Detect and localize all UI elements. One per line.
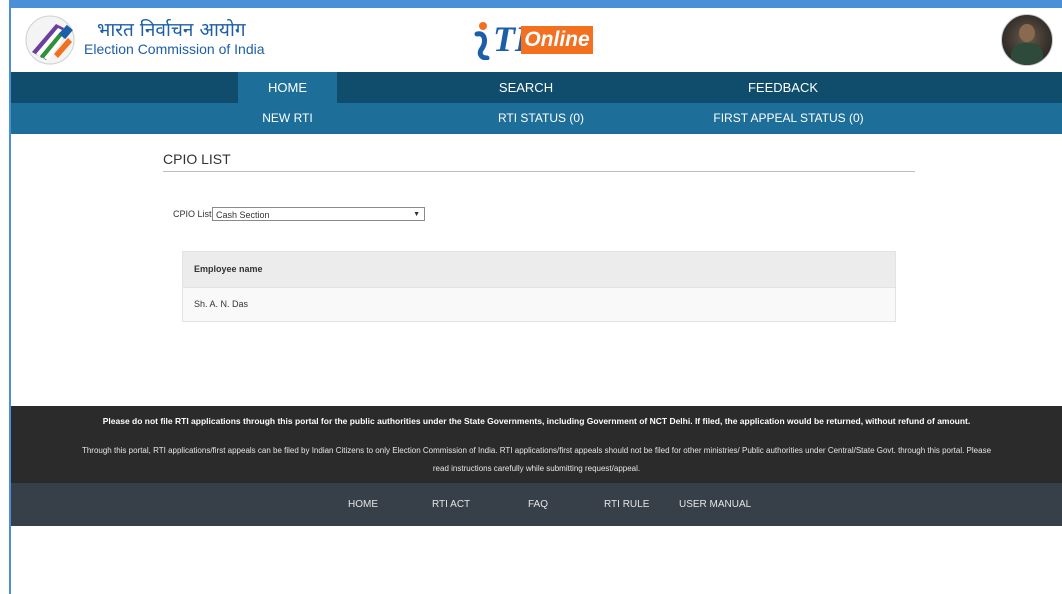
nav-first-appeal-status[interactable]: FIRST APPEAL STATUS (0) xyxy=(711,103,866,134)
avatar-body xyxy=(1011,43,1043,65)
footer-link-user-manual[interactable]: USER MANUAL xyxy=(679,483,751,526)
employee-table: Employee name Sh. A. N. Das xyxy=(182,251,896,322)
rti-page: भारत निर्वाचन आयोग Election Commission o… xyxy=(11,8,1062,594)
footer-link-faq[interactable]: FAQ xyxy=(528,483,548,526)
avatar-head xyxy=(1019,24,1035,42)
footer-warning-text: Please do not file RTI applications thro… xyxy=(102,416,971,426)
eci-hindi-title: भारत निर्वाचन आयोग xyxy=(97,19,246,41)
nav-rti-status[interactable]: RTI STATUS (0) xyxy=(476,103,606,134)
footer-link-home[interactable]: HOME xyxy=(348,483,378,526)
page-title: CPIO LIST xyxy=(163,151,231,167)
nav-new-rti[interactable]: NEW RTI xyxy=(238,103,337,134)
footer-link-rti-rule[interactable]: RTI RULE xyxy=(604,483,649,526)
cpio-list-label: CPIO List: xyxy=(173,209,215,219)
nav-feedback[interactable]: FEEDBACK xyxy=(728,72,838,103)
footer-info-text: Through this portal, RTI applications/fi… xyxy=(81,446,992,473)
nav-search[interactable]: SEARCH xyxy=(476,72,576,103)
nav-home[interactable]: HOME xyxy=(238,72,337,103)
table-header-employee-name: Employee name xyxy=(183,252,895,287)
eci-english-title: Election Commission of India xyxy=(84,41,265,57)
secondary-nav: NEW RTI RTI STATUS (0) FIRST APPEAL STAT… xyxy=(11,103,1062,134)
eci-voting-hand-icon[interactable] xyxy=(24,14,76,66)
site-header: भारत निर्वाचन आयोग Election Commission o… xyxy=(11,8,1062,72)
dropdown-arrow-icon: ▼ xyxy=(413,211,420,218)
table-row: Sh. A. N. Das xyxy=(183,287,895,321)
rti-online-badge: Online xyxy=(521,26,593,54)
cpio-list-select[interactable]: Cash Section ▼ xyxy=(212,207,425,221)
window-top-border xyxy=(9,0,1062,8)
footer-link-rti-act[interactable]: RTI ACT xyxy=(432,483,470,526)
footer-nav: HOME RTI ACT FAQ RTI RULE USER MANUAL xyxy=(11,483,1062,526)
rti-person-icon xyxy=(471,20,495,61)
cpio-selected-value: Cash Section xyxy=(216,210,270,220)
primary-nav: HOME SEARCH FEEDBACK xyxy=(11,72,1062,103)
footer-notice: Please do not file RTI applications thro… xyxy=(11,406,1062,483)
user-avatar[interactable] xyxy=(1001,14,1053,66)
title-divider xyxy=(163,171,915,172)
